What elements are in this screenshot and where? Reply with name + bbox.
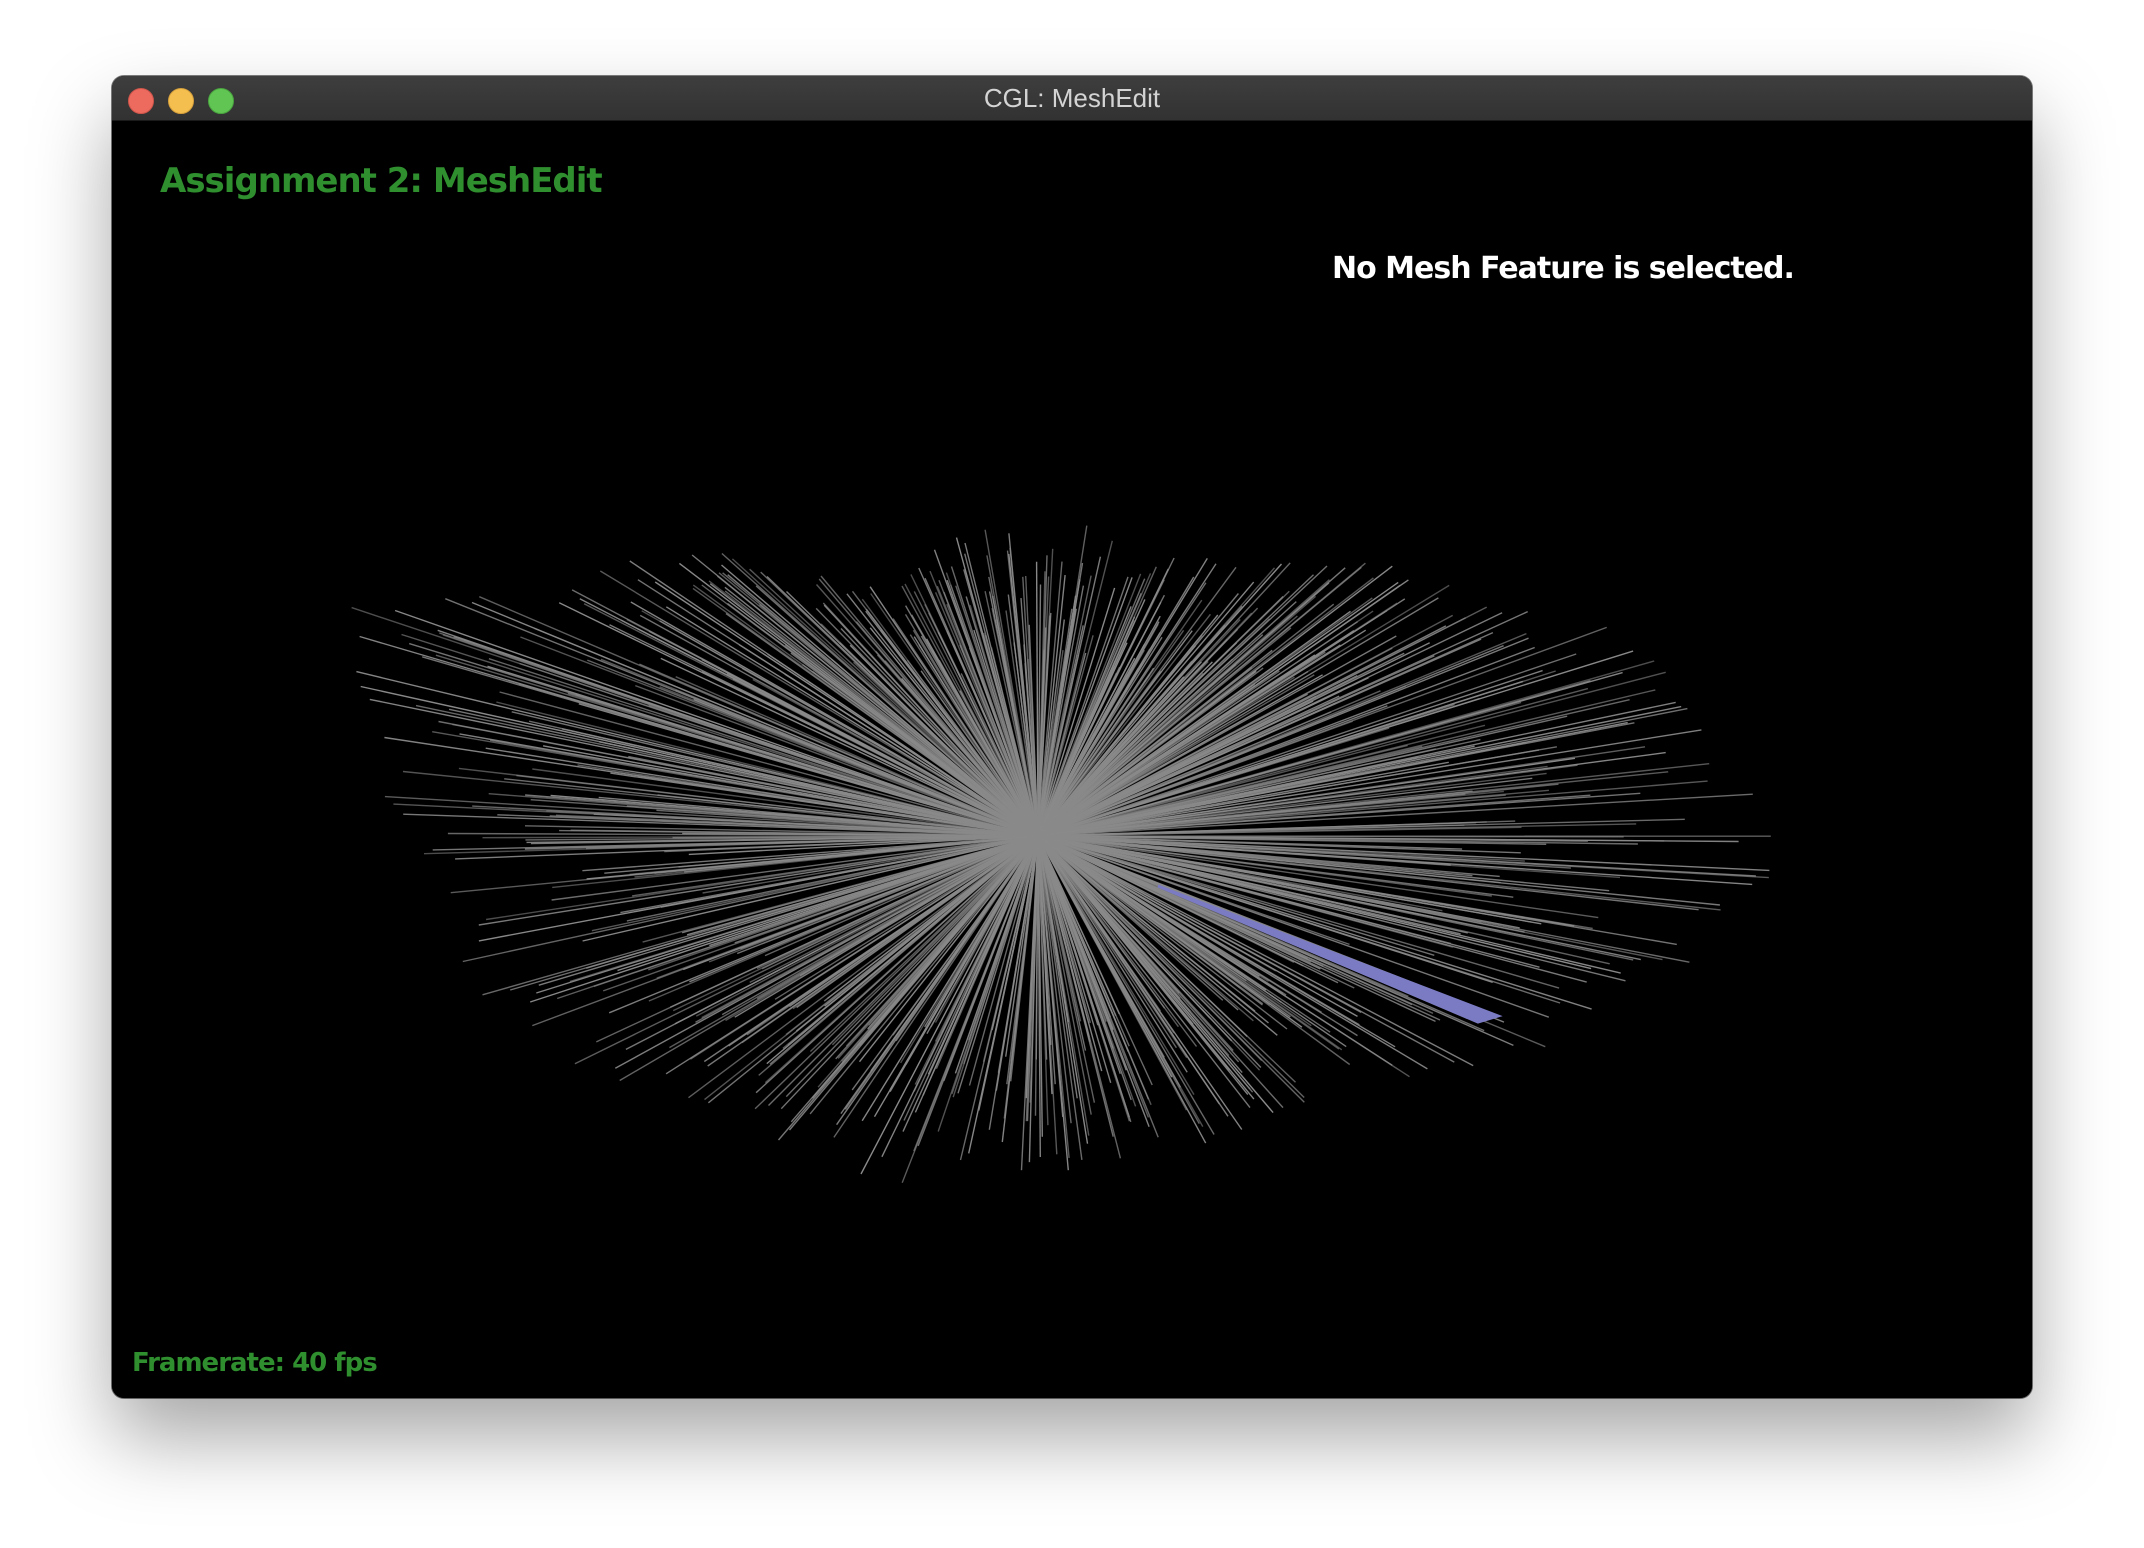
app-window: CGL: MeshEdit Assignment 2: MeshEdit No … [112,76,2032,1398]
title-bar[interactable]: CGL: MeshEdit [112,76,2032,121]
mesh-wireframe[interactable] [112,121,2032,1398]
render-viewport[interactable]: Assignment 2: MeshEdit No Mesh Feature i… [112,121,2032,1398]
framerate-readout: Framerate: 40 fps [132,1348,378,1378]
mesh-edges[interactable] [351,525,1771,1183]
window-title: CGL: MeshEdit [983,83,1161,113]
assignment-heading: Assignment 2: MeshEdit [160,161,603,201]
selection-status: No Mesh Feature is selected. [1332,251,1795,286]
